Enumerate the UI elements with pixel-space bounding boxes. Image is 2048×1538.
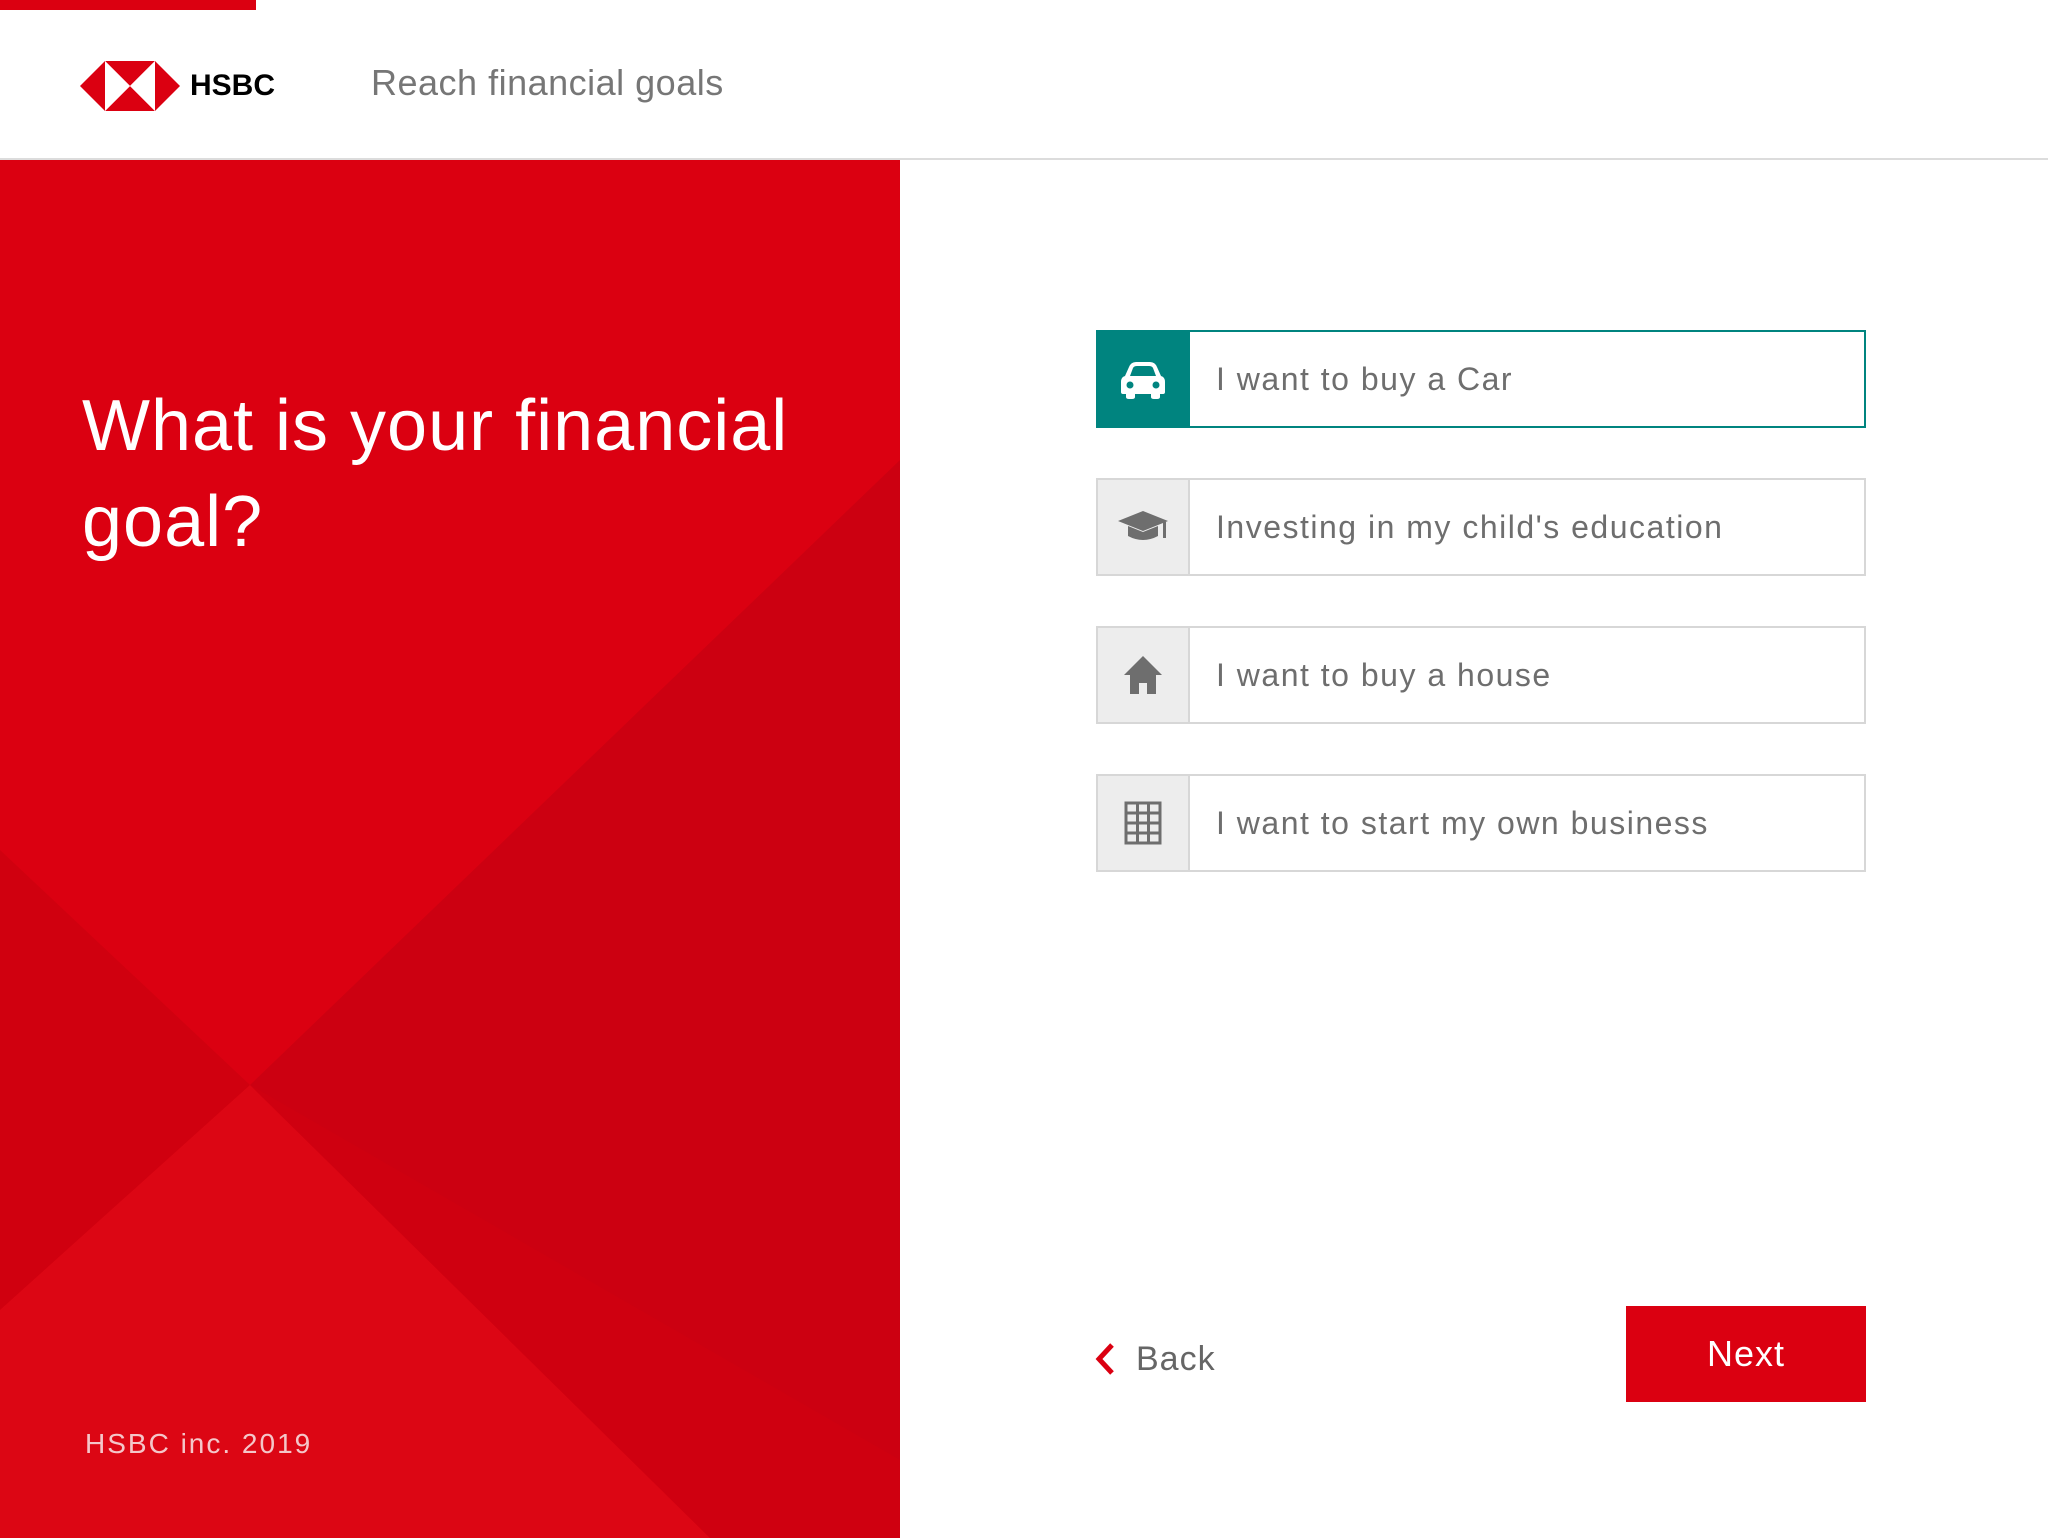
question-heading: What is your financial goal? [82,386,789,563]
panel-background-pattern [0,460,900,1538]
graduation-cap-icon [1118,511,1168,540]
header: HSBC Reach financial goals [0,0,2048,160]
option-label: I want to buy a house [1216,656,1552,693]
back-label: Back [1136,1339,1216,1378]
option-buy-house[interactable]: I want to buy a house [1096,626,1866,724]
option-icon-box [1098,332,1190,426]
hsbc-logo[interactable]: HSBC [80,58,275,113]
option-child-education[interactable]: Investing in my child's education [1096,478,1866,576]
next-button[interactable]: Next [1626,1306,1866,1402]
back-button[interactable]: Back [1094,1334,1216,1384]
building-icon [1124,801,1162,845]
option-icon-box [1098,480,1190,574]
goal-options: I want to buy a Car Investing in my chil… [1096,330,1866,922]
option-label: I want to buy a Car [1216,360,1514,397]
option-icon-box [1098,628,1190,722]
brand-name: HSBC [190,68,276,102]
option-start-business[interactable]: I want to start my own business [1096,774,1866,872]
hsbc-hexagon-icon [80,60,180,111]
house-icon [1124,656,1162,694]
header-title: Reach financial goals [371,62,724,103]
option-label: Investing in my child's education [1216,508,1724,545]
option-buy-car[interactable]: I want to buy a Car [1096,330,1866,428]
page: HSBC Reach financial goals What is your … [0,0,2048,1538]
progress-indicator [0,0,256,10]
car-icon [1121,362,1165,399]
copyright-text: HSBC inc. 2019 [85,1428,313,1459]
option-label: I want to start my own business [1216,804,1709,841]
question-panel: What is your financial goal? HSBC inc. 2… [0,160,900,1538]
chevron-left-icon [1095,1343,1114,1375]
option-icon-box [1098,776,1190,870]
